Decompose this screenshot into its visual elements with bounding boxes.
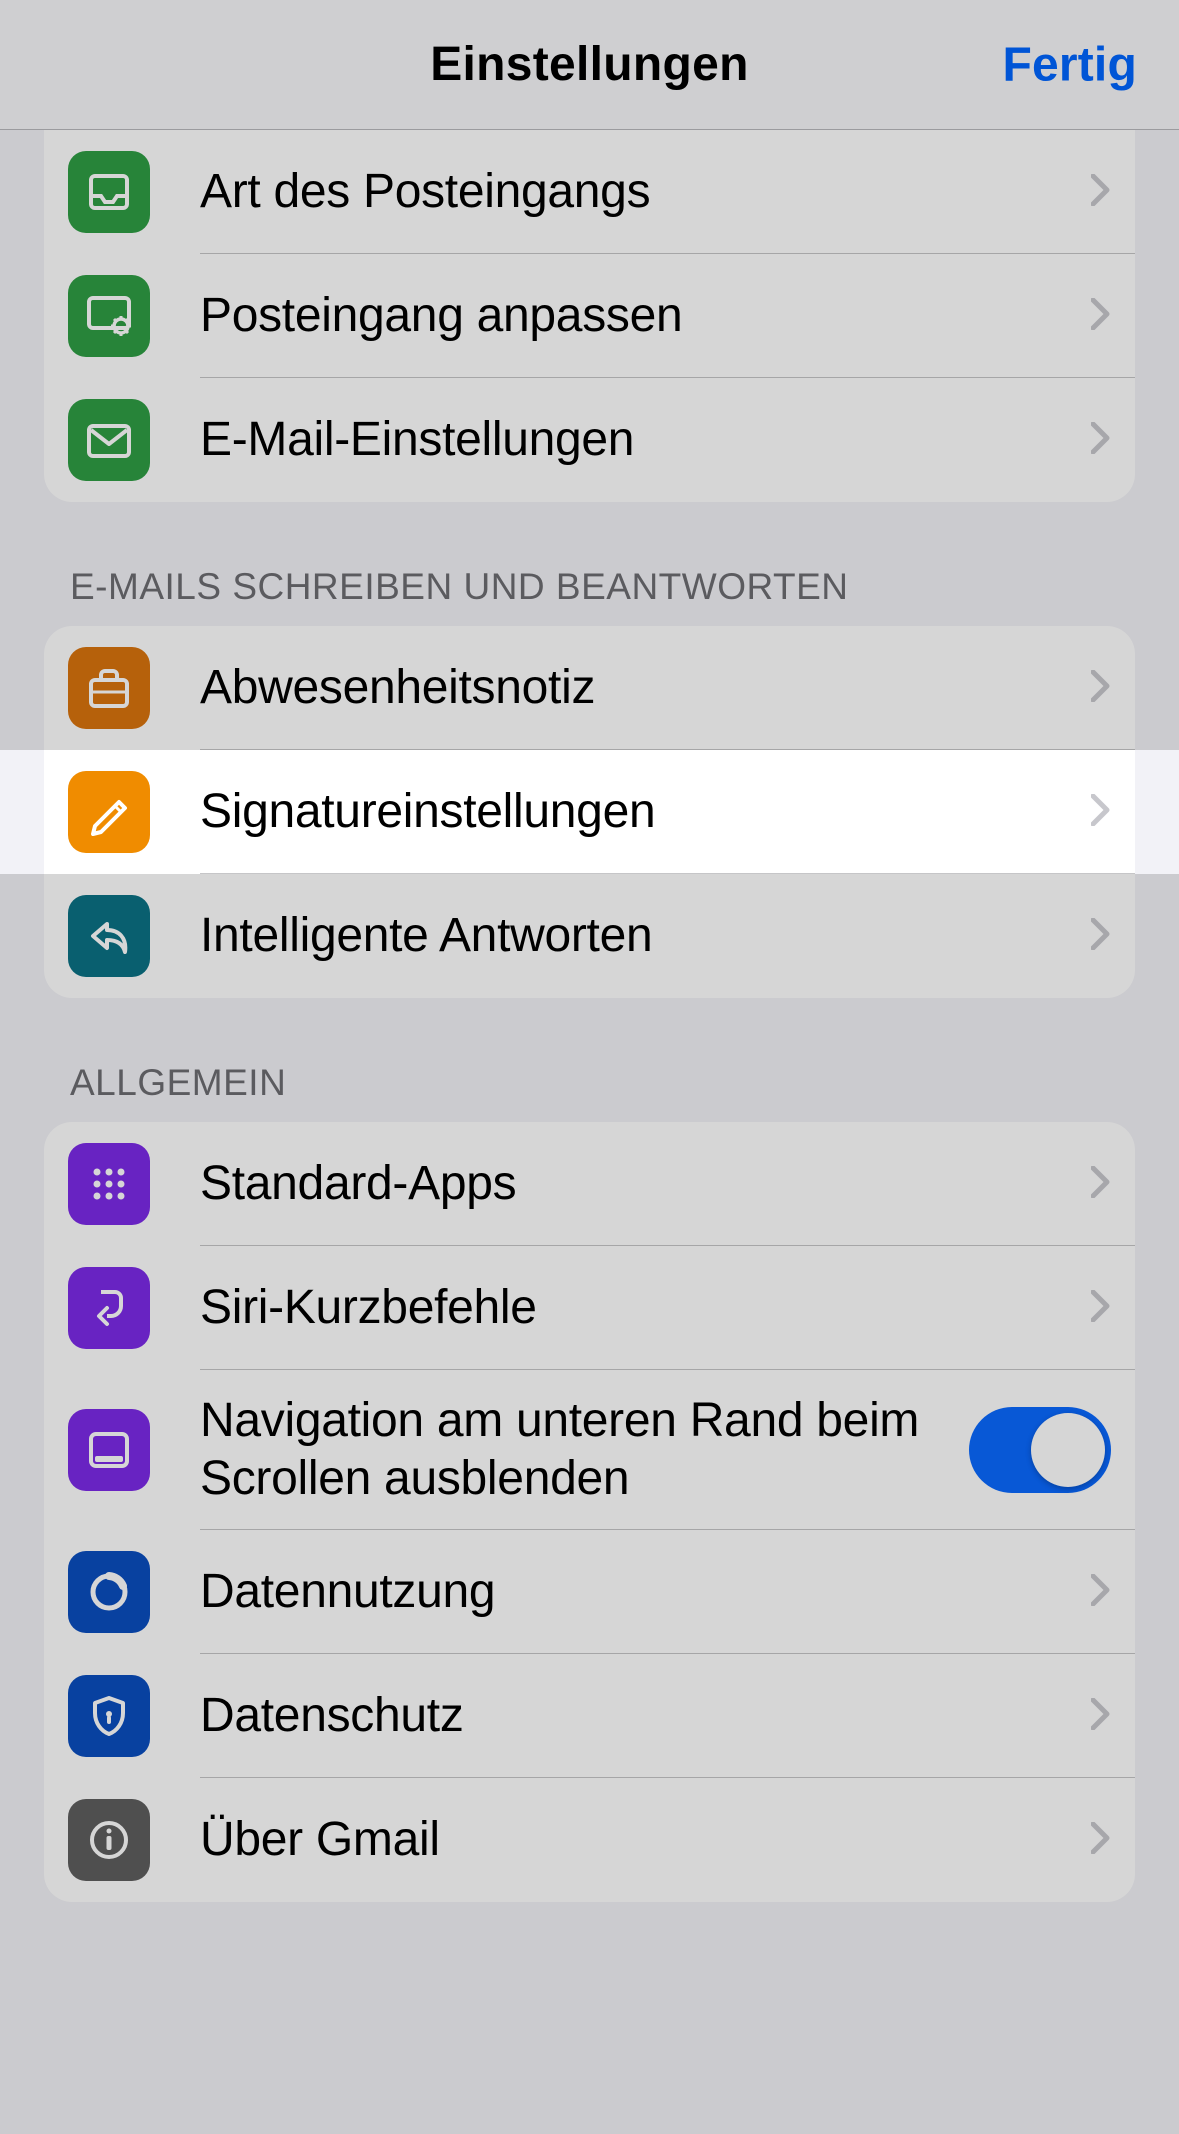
- inbox-tray-icon: [68, 151, 150, 233]
- row-customize-inbox[interactable]: Posteingang anpassen: [44, 254, 1135, 378]
- shield-icon: [68, 1675, 150, 1757]
- row-data-usage[interactable]: Datennutzung: [44, 1530, 1135, 1654]
- chevron-right-icon: [1091, 670, 1111, 707]
- row-email-settings[interactable]: E-Mail-Einstellungen: [44, 378, 1135, 502]
- toggle-hide-bottom-nav[interactable]: [969, 1407, 1111, 1493]
- row-label: Posteingang anpassen: [200, 287, 1079, 345]
- reply-icon: [68, 895, 150, 977]
- info-icon: [68, 1799, 150, 1881]
- navbar: Einstellungen Fertig: [0, 0, 1179, 130]
- group-compose: Abwesenheitsnotiz Signatureinstellungen …: [44, 626, 1135, 998]
- page-title: Einstellungen: [430, 37, 749, 92]
- chevron-right-icon: [1091, 1822, 1111, 1859]
- pencil-icon: [68, 771, 150, 853]
- row-label: Standard-Apps: [200, 1155, 1079, 1213]
- chevron-right-icon: [1091, 422, 1111, 459]
- row-siri-shortcuts[interactable]: Siri-Kurzbefehle: [44, 1246, 1135, 1370]
- shortcut-icon: [68, 1267, 150, 1349]
- chevron-right-icon: [1091, 1574, 1111, 1611]
- group-inbox: Art des Posteingangs Posteingang anpasse…: [44, 130, 1135, 502]
- row-signature-settings[interactable]: Signatureinstellungen: [44, 750, 1135, 874]
- row-out-of-office[interactable]: Abwesenheitsnotiz: [44, 626, 1135, 750]
- chevron-right-icon: [1091, 1698, 1111, 1735]
- chevron-right-icon: [1091, 918, 1111, 955]
- row-label: E-Mail-Einstellungen: [200, 411, 1079, 469]
- done-button[interactable]: Fertig: [1002, 37, 1137, 92]
- briefcase-icon: [68, 647, 150, 729]
- row-label: Abwesenheitsnotiz: [200, 659, 1079, 717]
- grid-icon: [68, 1143, 150, 1225]
- chevron-right-icon: [1091, 794, 1111, 831]
- data-usage-icon: [68, 1551, 150, 1633]
- row-about-gmail[interactable]: Über Gmail: [44, 1778, 1135, 1902]
- chevron-right-icon: [1091, 174, 1111, 211]
- row-privacy[interactable]: Datenschutz: [44, 1654, 1135, 1778]
- row-label: Datennutzung: [200, 1563, 1079, 1621]
- customize-icon: [68, 275, 150, 357]
- chevron-right-icon: [1091, 298, 1111, 335]
- row-label: Über Gmail: [200, 1811, 1079, 1869]
- row-label: Signatureinstellungen: [200, 783, 1079, 841]
- row-label: Art des Posteingangs: [200, 163, 1079, 221]
- mail-icon: [68, 399, 150, 481]
- row-hide-bottom-nav[interactable]: Navigation am unteren Rand beim Scrollen…: [44, 1370, 1135, 1530]
- row-label: Navigation am unteren Rand beim Scrollen…: [200, 1392, 969, 1507]
- row-label: Datenschutz: [200, 1687, 1079, 1745]
- row-smart-replies[interactable]: Intelligente Antworten: [44, 874, 1135, 998]
- group-general: Standard-Apps Siri-Kurzbefehle Navigatio…: [44, 1122, 1135, 1902]
- row-label: Intelligente Antworten: [200, 907, 1079, 965]
- row-default-apps[interactable]: Standard-Apps: [44, 1122, 1135, 1246]
- row-inbox-type[interactable]: Art des Posteingangs: [44, 130, 1135, 254]
- row-label: Siri-Kurzbefehle: [200, 1279, 1079, 1337]
- section-header-general: ALLGEMEIN: [44, 998, 1135, 1122]
- chevron-right-icon: [1091, 1166, 1111, 1203]
- section-header-compose: E-MAILS SCHREIBEN UND BEANTWORTEN: [44, 502, 1135, 626]
- chevron-right-icon: [1091, 1290, 1111, 1327]
- navbar-icon: [68, 1409, 150, 1491]
